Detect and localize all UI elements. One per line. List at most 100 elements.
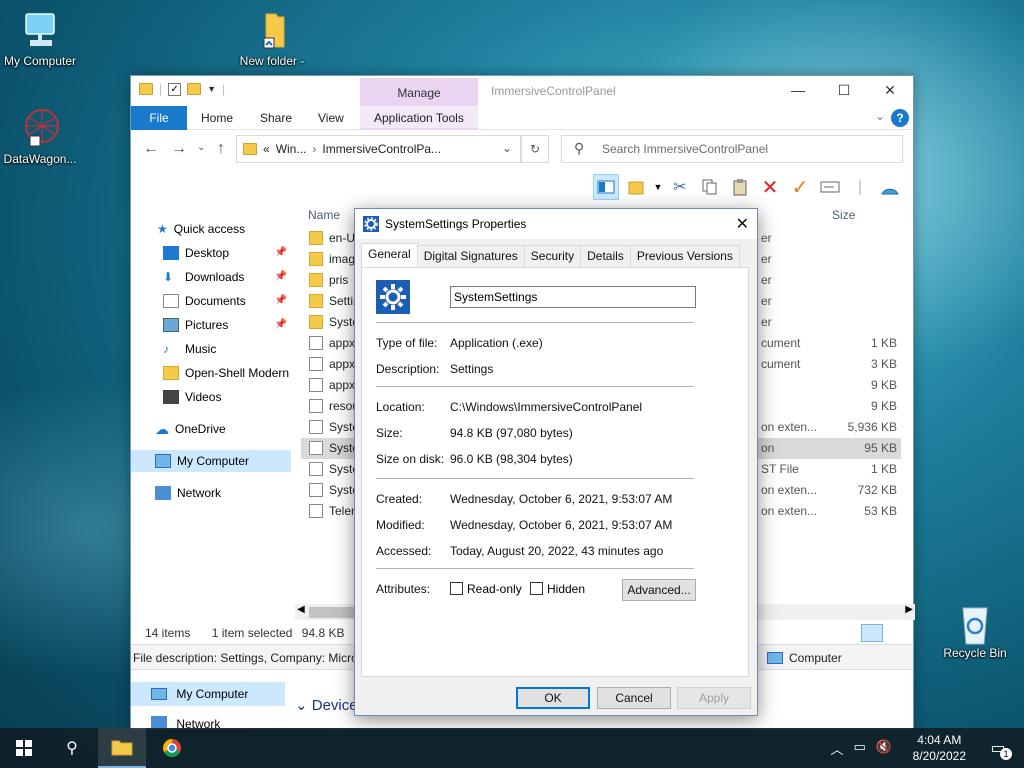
recent-locations-icon[interactable]: ⌄ [197,142,205,153]
file-type: cument [761,336,801,350]
nav-quick-access[interactable]: ★ Quick access [131,218,291,240]
taskbar-chrome[interactable] [148,728,196,768]
hidden-checkbox[interactable]: Hidden [530,582,585,596]
navigation-pane: ★ Quick access Desktop 📌 ⬇ Downloads 📌 D… [131,206,291,636]
tab-home[interactable]: Home [187,106,247,130]
nav-my-computer[interactable]: My Computer [131,450,291,472]
properties-dialog[interactable]: SystemSettings Properties ✕ General Digi… [354,208,758,716]
new-folder-icon[interactable] [187,83,202,95]
clock-time: 4:04 AM [917,733,962,747]
column-size[interactable]: Size [832,208,855,222]
desktop-icon-my-computer[interactable]: My Computer [0,10,80,68]
search-input[interactable]: ⚲ Search ImmersiveControlPanel [561,135,903,163]
back-icon[interactable]: ← [143,140,159,158]
forward-icon[interactable]: → [171,140,187,158]
customize-qat-icon[interactable]: ▼ [207,84,216,94]
tab-file[interactable]: File [131,106,187,130]
breadcrumb-current[interactable]: ImmersiveControlPa... [322,142,441,156]
lower-my-computer[interactable]: My Computer [131,682,285,706]
nav-downloads[interactable]: ⬇ Downloads 📌 [131,266,291,288]
desktop-icon-recycle-bin[interactable]: Recycle Bin [935,602,1015,660]
tab-security[interactable]: Security [523,245,582,267]
document-icon [163,294,179,308]
nav-pictures[interactable]: Pictures 📌 [131,314,291,336]
pin-icon: 📌 [274,247,287,258]
system-tray: ︿ ▭ 🔇 [831,739,893,758]
maximize-button[interactable]: ☐ [821,76,867,106]
chevron-up-icon[interactable]: ︿ [831,739,844,758]
chevron-right-icon[interactable]: › [312,142,316,156]
minimize-button[interactable]: — [775,76,821,106]
dropdown-icon[interactable]: ▼ [653,174,663,200]
tab-digital-signatures[interactable]: Digital Signatures [416,245,525,267]
tab-general[interactable]: General [361,243,418,267]
preview-pane-icon[interactable] [593,174,619,200]
tab-application-tools[interactable]: Application Tools [360,106,478,130]
address-bar[interactable]: « Win... › ImmersiveControlPa... ⌄ [236,135,521,163]
download-icon: ⬇ [163,270,174,284]
selection-info: 1 item selected [211,626,293,640]
size-on-disk-label: Size on disk: [376,452,445,466]
start-button[interactable] [0,728,48,768]
modified-value: Wednesday, October 6, 2021, 9:53:07 AM [450,518,673,532]
nav-music[interactable]: ♪ Music [131,338,291,360]
cut-icon[interactable]: ✂ [667,174,693,200]
dialog-title-bar[interactable]: SystemSettings Properties ✕ [355,209,757,239]
properties-icon[interactable]: ✓ [168,82,182,96]
large-icons-view-icon[interactable] [887,624,907,642]
close-button[interactable]: ✕ [867,76,913,106]
ribbon-expand-icon[interactable]: ⌄ [875,109,885,123]
copy-icon[interactable] [697,174,723,200]
advanced-button[interactable]: Advanced... [622,579,696,601]
nav-onedrive[interactable]: ☁ OneDrive [131,418,291,440]
manage-tab[interactable]: Manage [360,78,478,108]
shell-icon[interactable] [877,174,903,200]
scroll-right-icon[interactable]: ▶ [905,604,913,615]
video-icon [163,390,179,404]
nav-desktop[interactable]: Desktop 📌 [131,242,291,264]
breadcrumb-overflow[interactable]: « [263,142,270,156]
nav-documents[interactable]: Documents 📌 [131,290,291,312]
delete-icon[interactable]: ✕ [757,174,783,200]
taskbar-file-explorer[interactable] [98,728,146,768]
nav-network[interactable]: Network [131,482,291,504]
title-bar[interactable]: | ✓ ▼ | Manage ImmersiveControlPanel — ☐… [131,76,913,108]
nav-videos[interactable]: Videos [131,386,291,408]
column-name[interactable]: Name [308,208,340,222]
up-icon[interactable]: ↑ [217,140,225,158]
toolbar: ▼ ✂ ✕ ✓ | [593,173,903,201]
tab-share[interactable]: Share [246,106,306,130]
checkbox-box[interactable] [530,582,543,595]
file-name-input[interactable]: SystemSettings [450,286,696,308]
new-item-icon[interactable] [623,174,649,200]
search-button[interactable]: ⚲ [48,728,96,768]
file-type: er [761,294,772,308]
cancel-button[interactable]: Cancel [597,687,671,709]
scroll-left-icon[interactable]: ◀ [297,604,305,615]
pin-icon: 📌 [274,271,287,282]
breadcrumb-windows[interactable]: Win... [276,142,307,156]
action-center-button[interactable]: ▭ 1 [974,728,1022,768]
tab-details[interactable]: Details [580,245,631,267]
paste-icon[interactable] [727,174,753,200]
help-icon[interactable]: ? [891,109,909,127]
refresh-button[interactable]: ↻ [521,135,549,163]
network-icon[interactable]: ▭ [854,739,866,758]
checkbox-box[interactable] [450,582,463,595]
chevron-down-icon[interactable]: ⌄ [502,141,512,155]
clock[interactable]: 4:04 AM 8/20/2022 [913,732,966,764]
readonly-checkbox[interactable]: Read-only [450,582,522,596]
nav-open-shell[interactable]: Open-Shell Modern [131,362,291,384]
collapse-icon: ⌄ [295,697,312,714]
devices-group-header[interactable]: ⌄ Device [295,696,358,714]
desktop-icon-new-folder[interactable]: New folder - [232,10,312,68]
dialog-close-button[interactable]: ✕ [736,214,749,234]
tab-view[interactable]: View [304,106,358,130]
tab-previous-versions[interactable]: Previous Versions [629,245,740,267]
ok-button[interactable]: OK [516,687,590,709]
details-view-icon[interactable] [861,624,883,642]
check-icon[interactable]: ✓ [787,174,813,200]
desktop-icon-datawagon[interactable]: DataWagon... [0,108,80,166]
volume-muted-icon[interactable]: 🔇 [876,739,892,758]
rename-icon[interactable] [817,174,843,200]
